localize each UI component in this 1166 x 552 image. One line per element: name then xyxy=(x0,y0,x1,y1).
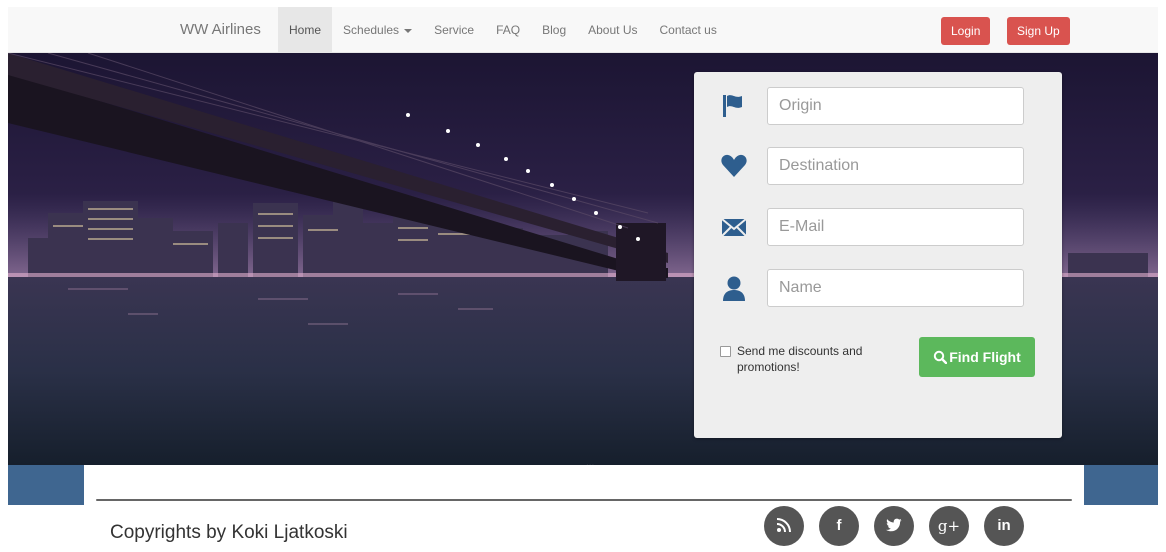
twitter-glyph xyxy=(886,518,902,532)
google-plus-icon[interactable]: g+ xyxy=(929,506,969,546)
user-icon xyxy=(723,276,745,301)
rss-icon[interactable] xyxy=(764,506,804,546)
signup-button[interactable]: Sign Up xyxy=(1007,17,1070,45)
flag-icon xyxy=(723,95,742,117)
login-button[interactable]: Login xyxy=(941,17,991,45)
email-row xyxy=(694,208,1062,246)
email-input[interactable] xyxy=(767,208,1024,246)
top-border xyxy=(0,0,1166,7)
name-row xyxy=(694,269,1062,307)
nav-label: Service xyxy=(434,23,475,37)
search-icon xyxy=(934,350,948,365)
destination-row xyxy=(694,147,1062,185)
flight-search-panel: Send me discounts and promotions! Find F… xyxy=(694,72,1062,438)
promo-label: Send me discounts and promotions! xyxy=(737,344,863,374)
brand-link[interactable]: WW Airlines xyxy=(180,7,261,52)
nav-label: About Us xyxy=(588,23,638,37)
envelope-icon xyxy=(721,218,747,237)
main-nav: Home Schedules Service FAQ Blog About Us… xyxy=(278,7,728,52)
nav-item-service[interactable]: Service xyxy=(423,7,485,52)
name-input[interactable] xyxy=(767,269,1024,307)
origin-input[interactable] xyxy=(767,87,1024,125)
nav-item-about[interactable]: About Us xyxy=(577,7,648,52)
navbar: WW Airlines Home Schedules Service FAQ B… xyxy=(8,7,1158,53)
promo-checkbox[interactable] xyxy=(720,346,731,357)
nav-item-blog[interactable]: Blog xyxy=(531,7,577,52)
find-flight-label: Find Flight xyxy=(949,349,1021,365)
heart-icon xyxy=(721,154,747,177)
copyright-text: Copyrights by Koki Ljatkoski xyxy=(110,522,348,543)
origin-row xyxy=(694,87,1062,125)
linkedin-icon[interactable]: in xyxy=(984,506,1024,546)
nav-item-contact[interactable]: Contact us xyxy=(648,7,727,52)
nav-label: Blog xyxy=(542,23,567,37)
find-flight-button[interactable]: Find Flight xyxy=(919,337,1035,377)
destination-input[interactable] xyxy=(767,147,1024,185)
footer-band-left xyxy=(8,465,84,505)
nav-item-home[interactable]: Home xyxy=(278,7,333,52)
nav-item-faq[interactable]: FAQ xyxy=(485,7,531,52)
facebook-icon[interactable]: f xyxy=(819,506,859,546)
nav-label: Home xyxy=(289,23,322,37)
nav-label: FAQ xyxy=(496,23,521,37)
nav-label: Contact us xyxy=(659,23,717,37)
twitter-icon[interactable] xyxy=(874,506,914,546)
nav-label: Schedules xyxy=(343,23,400,37)
nav-item-schedules[interactable]: Schedules xyxy=(332,7,423,52)
rss-glyph xyxy=(776,518,791,533)
footer-band-right xyxy=(1084,465,1158,505)
carousel-indicator[interactable]: ... xyxy=(586,458,594,465)
caret-down-icon xyxy=(404,28,413,33)
footer-divider xyxy=(96,499,1072,501)
